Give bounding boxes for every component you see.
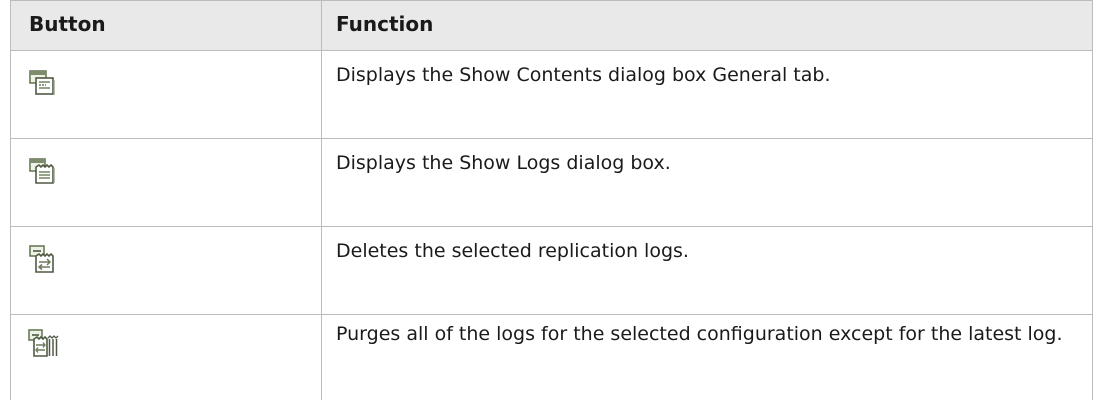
table-header-row: Button Function xyxy=(10,0,1093,51)
purge-logs-icon xyxy=(28,329,59,357)
function-text: Displays the Show Contents dialog box Ge… xyxy=(321,51,1093,138)
table-row: Displays the Show Logs dialog box. xyxy=(10,139,1093,227)
function-text: Purges all of the logs for the selected … xyxy=(321,315,1093,400)
delete-logs-icon xyxy=(29,245,54,273)
function-text: Displays the Show Logs dialog box. xyxy=(321,139,1093,226)
function-text: Deletes the selected replication logs. xyxy=(321,227,1093,314)
button-function-table: Button Function Displays the Show Conten… xyxy=(10,0,1093,400)
header-button: Button xyxy=(10,1,321,50)
header-function: Function xyxy=(321,1,1093,50)
button-cell xyxy=(10,139,321,226)
show-contents-icon xyxy=(29,70,55,95)
table-row: Deletes the selected replication logs. xyxy=(10,227,1093,315)
button-cell xyxy=(10,227,321,314)
button-cell xyxy=(10,51,321,138)
table-row: Purges all of the logs for the selected … xyxy=(10,315,1093,400)
table-row: Displays the Show Contents dialog box Ge… xyxy=(10,51,1093,139)
show-logs-icon xyxy=(29,158,55,184)
button-cell xyxy=(10,315,321,400)
